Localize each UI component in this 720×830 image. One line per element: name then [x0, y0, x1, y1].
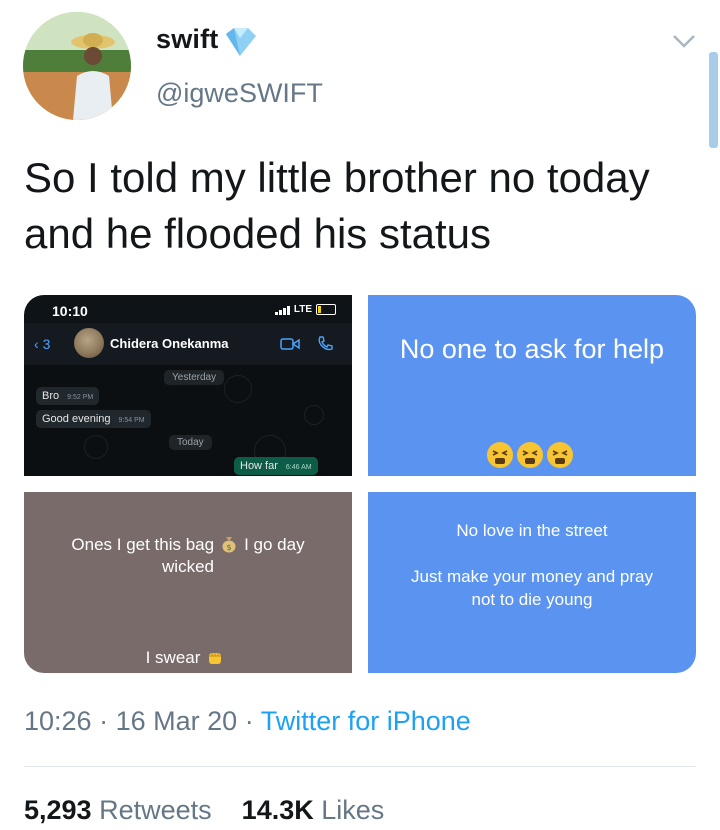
source-link[interactable]: Twitter for iPhone [261, 706, 471, 736]
message-time: 9:52 PM [67, 394, 94, 401]
separator: · [99, 706, 109, 736]
video-call-icon [280, 337, 300, 351]
media-image-whatsapp[interactable]: 10:10 LTE ‹ 3 Chidera Onekanma Yesterday… [24, 295, 352, 476]
message-time: 6:46 AM [285, 464, 312, 471]
phone-call-icon [316, 335, 334, 353]
status-line: Just make your money and pray [411, 567, 653, 586]
likes-link[interactable]: 14.3K Likes [242, 795, 385, 825]
doodle [304, 405, 324, 425]
doodle [84, 435, 108, 459]
svg-text:$: $ [227, 543, 232, 552]
network-label: LTE [293, 304, 312, 315]
tweet-meta: 10:26 · 16 Mar 20 · Twitter for iPhone [24, 706, 471, 737]
divider [24, 766, 696, 767]
day-separator: Today [169, 435, 212, 450]
money-bag-icon: $ [222, 537, 236, 553]
status-line: wicked [162, 557, 214, 576]
avatar[interactable] [23, 12, 131, 120]
signal-icon [274, 305, 290, 315]
status-line: No love in the street [456, 521, 608, 540]
doodle [224, 375, 252, 403]
media-image-status-3[interactable]: Ones I get this bag $ I go day wicked I sw… [24, 492, 352, 673]
contact-name: Chidera Onekanma [110, 336, 229, 351]
tweet-date: 16 Mar 20 [115, 706, 238, 736]
likes-count: 14.3K [241, 795, 314, 825]
status-line: I go day [244, 535, 305, 554]
phone-status-bar: LTE [274, 304, 336, 315]
user-handle[interactable]: @igweSWIFT [156, 78, 323, 109]
tired-face-icon [547, 442, 573, 468]
back-button: ‹ 3 [34, 336, 51, 352]
tired-face-icon [517, 442, 543, 468]
media-image-status-4[interactable]: No love in the street Just make your mon… [368, 492, 696, 673]
retweets-link[interactable]: 5,293 Retweets [24, 795, 212, 825]
separator: · [244, 706, 254, 736]
message-bubble: Bro 9:52 PM [36, 387, 100, 405]
tweet-text: So I told my little brother no today and… [24, 154, 650, 257]
status-text: No one to ask for help [399, 334, 665, 364]
media-image-status-2[interactable]: No one to ask for help [368, 295, 696, 476]
chevron-down-icon[interactable] [670, 32, 698, 50]
chat-header: ‹ 3 Chidera Onekanma [24, 323, 352, 365]
likes-label: Likes [321, 795, 385, 825]
retweets-label: Retweets [99, 795, 212, 825]
day-separator: Yesterday [164, 370, 225, 385]
contact-avatar [74, 328, 104, 358]
phone-time: 10:10 [52, 303, 88, 319]
status-line: I swear [145, 648, 201, 667]
message-text: Bro [42, 390, 60, 402]
message-bubble: Good evening 9:54 PM [36, 410, 151, 428]
message-text: Good evening [42, 413, 111, 425]
retweets-count: 5,293 [24, 795, 92, 825]
message-bubble-outgoing: How far 6:46 AM [234, 457, 318, 475]
status-line: not to die young [471, 590, 593, 609]
diamond-icon [222, 26, 258, 58]
tired-face-icon [487, 442, 513, 468]
message-time: 9:54 PM [118, 417, 145, 424]
status-line: Ones I get this bag [71, 535, 215, 554]
chat-background: Yesterday Bro 9:52 PM Good evening 9:54 PM… [24, 365, 352, 476]
scrollbar[interactable] [709, 52, 718, 148]
message-text: How far [240, 460, 278, 472]
back-count: 3 [42, 336, 51, 352]
display-name[interactable]: swift [156, 24, 219, 55]
status-footer: I swear [24, 647, 352, 669]
status-text: Ones I get this bag $ I go day wicked [24, 534, 352, 578]
battery-icon [316, 304, 336, 315]
tweet-time: 10:26 [24, 706, 92, 736]
raised-fist-icon [209, 653, 222, 664]
tweet-stats: 5,293 Retweets 14.3K Likes [24, 795, 384, 826]
emoji-row [486, 441, 574, 469]
